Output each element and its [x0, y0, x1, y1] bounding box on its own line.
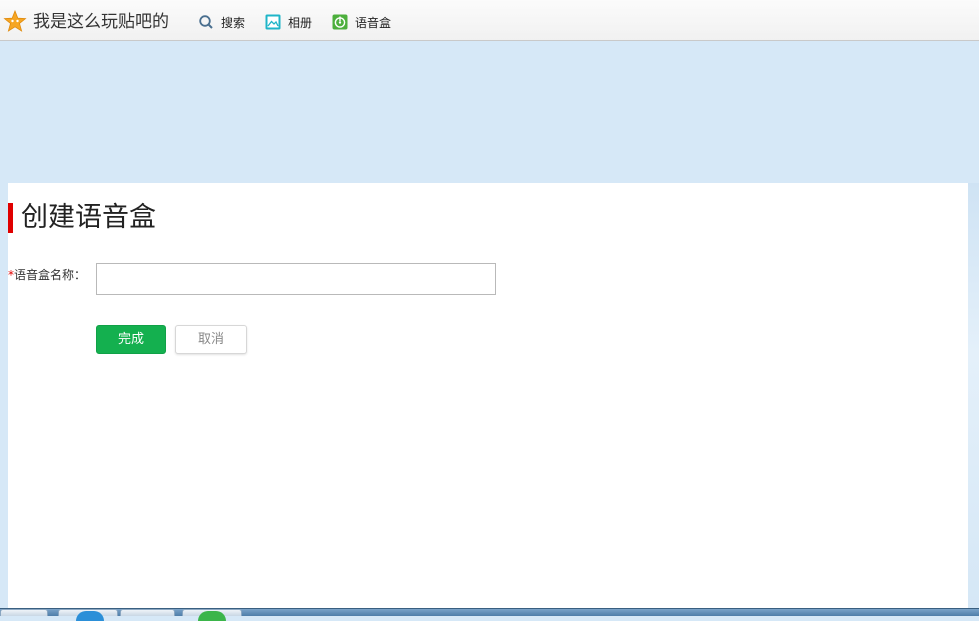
tieba-logo-icon[interactable] [3, 10, 27, 34]
site-title[interactable]: 我是这么玩贴吧的 [33, 11, 169, 33]
top-header-bar: 我是这么玩贴吧的 搜索 相册 语音盒 [0, 0, 979, 41]
cancel-button[interactable]: 取消 [175, 325, 247, 354]
done-button[interactable]: 完成 [96, 325, 166, 354]
browser-taskbar-icon [76, 611, 104, 621]
voice-box-name-input[interactable] [96, 263, 496, 295]
page-title: 创建语音盒 [21, 202, 156, 233]
taskbar-button[interactable] [120, 609, 175, 616]
voice-box-name-label: *语音盒名称： [8, 266, 86, 283]
create-voice-box-panel: 创建语音盒 *语音盒名称： 完成 取消 [8, 183, 968, 608]
nav-album-label: 相册 [288, 15, 313, 30]
page-background-band [0, 41, 979, 183]
voice-box-icon [332, 14, 348, 30]
heading-accent-bar [8, 203, 13, 233]
nav-voice-box[interactable]: 语音盒 [332, 13, 391, 31]
nav-search[interactable]: 搜索 [198, 13, 245, 31]
search-icon [199, 15, 213, 29]
voice-box-name-label-text: 语音盒名称： [14, 268, 87, 282]
taskbar-button[interactable] [0, 609, 48, 616]
nav-search-label: 搜索 [221, 15, 246, 30]
page-background-edge [968, 183, 979, 608]
nav-album[interactable]: 相册 [265, 13, 312, 31]
album-icon [265, 14, 281, 30]
nav-voice-box-label: 语音盒 [355, 15, 392, 30]
app-taskbar-icon [198, 611, 226, 621]
